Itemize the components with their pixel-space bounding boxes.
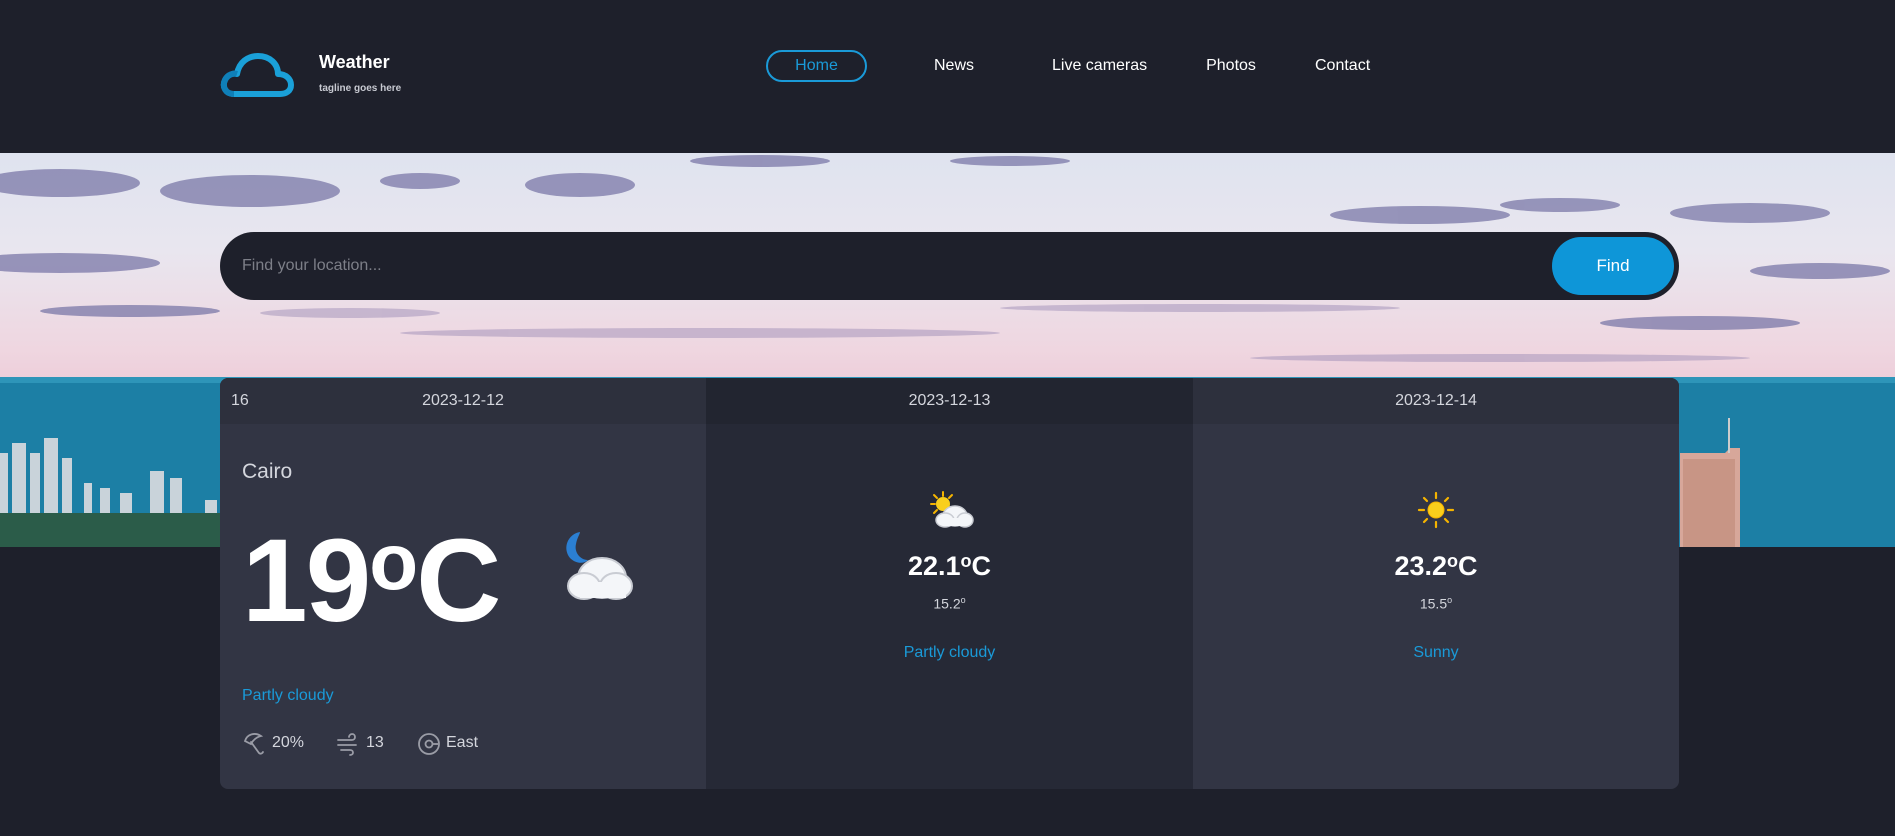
cloud-logo-icon[interactable] <box>220 50 294 98</box>
forecast-condition: Sunny <box>1413 644 1459 661</box>
city-name: Cairo <box>242 460 293 483</box>
forecast-date: 2023-12-14 <box>1193 378 1679 424</box>
current-condition: Partly cloudy <box>242 687 334 704</box>
forecast-day-card: 2023-12-14 23.2oC 15.5o Sunny <box>1193 378 1679 789</box>
day-header: 16 2023-12-12 <box>220 378 706 424</box>
brand-tagline: tagline goes here <box>319 83 402 94</box>
nav-live-cameras[interactable]: Live cameras <box>1052 50 1147 82</box>
forecast-date: 2023-12-12 <box>422 392 504 409</box>
umbrella-icon <box>243 733 264 755</box>
compass-icon <box>418 733 440 755</box>
rain-value: 20% <box>272 734 305 751</box>
min-temperature: 15.5o <box>1419 595 1453 612</box>
sunny-icon <box>1417 491 1455 529</box>
max-temperature: 22.1oC <box>907 551 992 581</box>
forecast-panel: 16 2023-12-12 Cairo 19oC Partly cloudy 2… <box>220 378 1679 789</box>
site-header: Weather tagline goes here Home News Live… <box>0 0 1895 153</box>
nav-photos[interactable]: Photos <box>1206 50 1256 82</box>
forecast-condition: Partly cloudy <box>903 644 996 661</box>
rain-stat: 20% <box>242 730 304 756</box>
forecast-date: 2023-12-13 <box>706 378 1193 424</box>
day-number: 16 <box>231 392 249 409</box>
wind-speed-stat: 13 <box>336 730 384 756</box>
partly-cloudy-icon <box>929 491 974 528</box>
nav-news[interactable]: News <box>934 50 974 82</box>
nav-home[interactable]: Home <box>766 50 867 82</box>
wind-speed-value: 13 <box>366 734 384 751</box>
wind-direction-stat: East <box>416 730 478 756</box>
current-day-card: 16 2023-12-12 Cairo 19oC Partly cloudy 2… <box>220 378 706 789</box>
location-search-bar: Find <box>220 232 1679 300</box>
min-temperature: 15.2o <box>933 595 966 612</box>
current-temperature: 19oC <box>242 515 501 647</box>
wind-icon <box>337 733 357 756</box>
find-button[interactable]: Find <box>1552 237 1674 295</box>
max-temperature: 23.2oC <box>1394 551 1478 581</box>
brand-title[interactable]: Weather <box>319 52 390 73</box>
wind-direction-value: East <box>446 734 479 751</box>
forecast-day-card: 2023-12-13 22.1oC 15.2o Partly cloudy <box>706 378 1193 789</box>
nav-contact[interactable]: Contact <box>1315 50 1370 82</box>
location-search-input[interactable] <box>242 252 1442 280</box>
night-partly-cloudy-icon <box>566 532 633 600</box>
